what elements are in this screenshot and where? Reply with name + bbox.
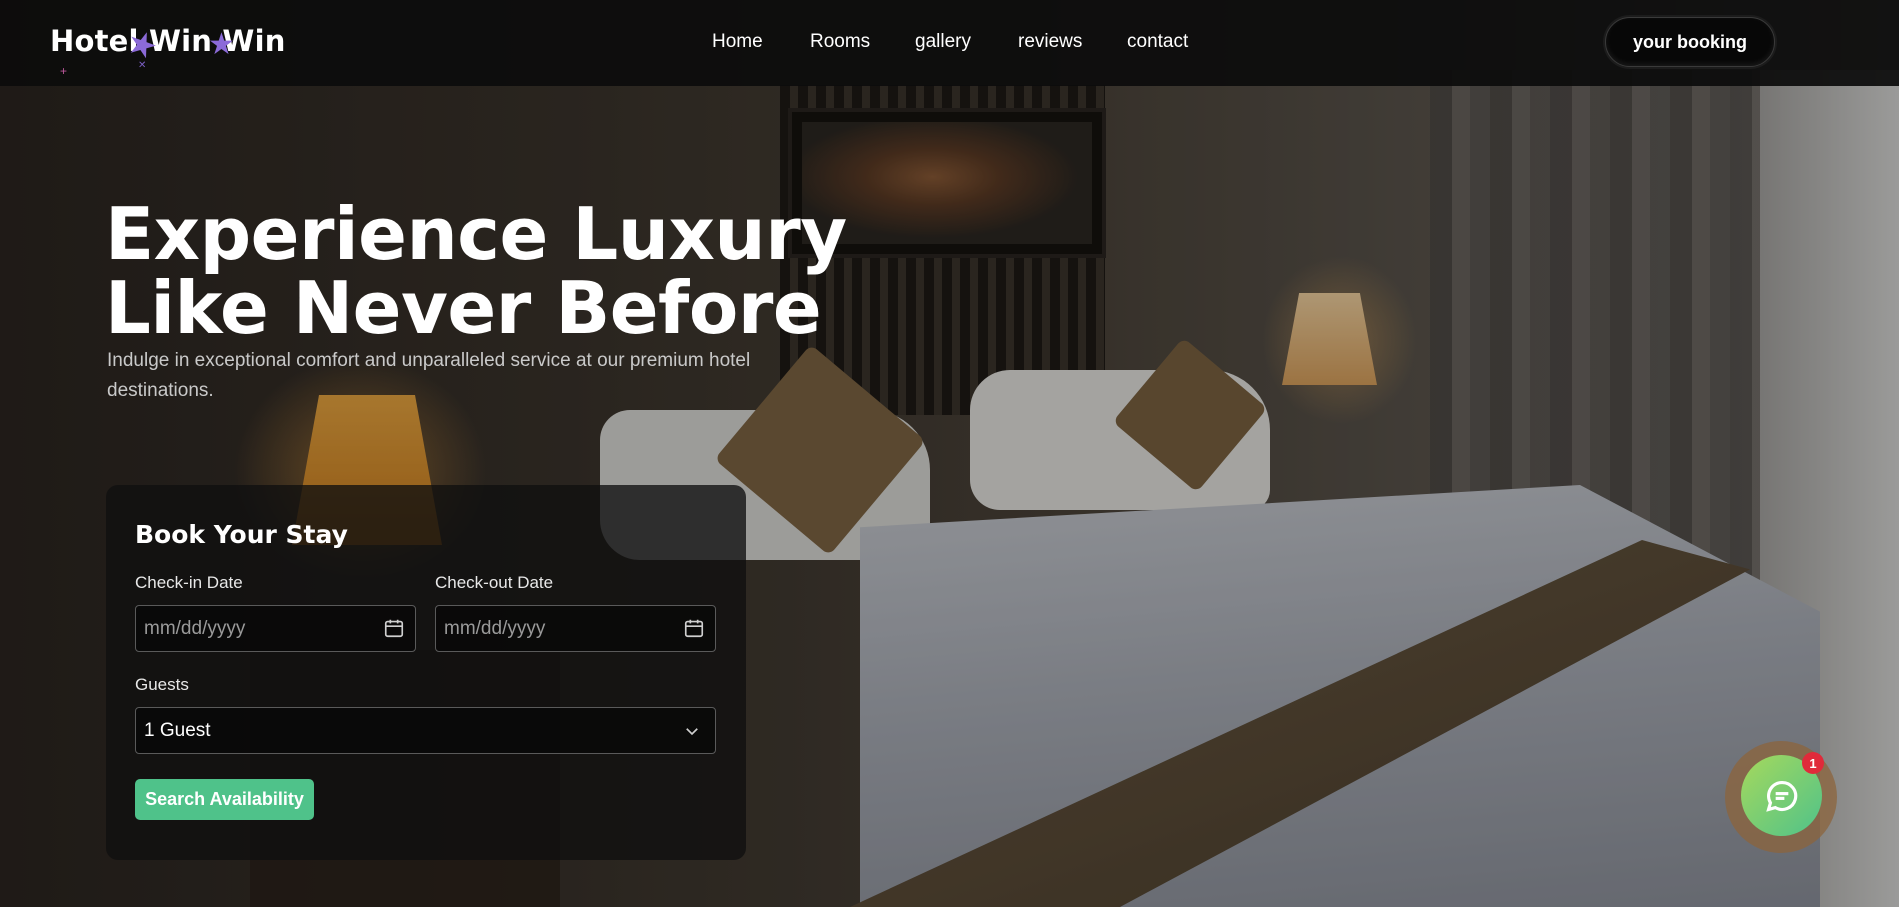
nav-home[interactable]: Home: [712, 31, 763, 53]
calendar-icon[interactable]: [683, 617, 705, 639]
guests-value: 1 Guest: [144, 719, 211, 741]
sparkle-icon: +: [60, 64, 68, 78]
guests-label: Guests: [135, 675, 189, 694]
hero-title-line-2: Like Never Before: [105, 266, 822, 350]
booking-form: Book Your Stay Check-in Date mm/dd/yyyy …: [106, 485, 746, 860]
hero-subtitle: Indulge in exceptional comfort and unpar…: [107, 350, 751, 401]
hero-title: Experience Luxury Like Never Before: [105, 197, 865, 345]
your-booking-button[interactable]: your booking: [1605, 17, 1775, 67]
checkin-label: Check-in Date: [135, 573, 243, 592]
calendar-icon[interactable]: [383, 617, 405, 639]
nav-gallery[interactable]: gallery: [915, 31, 971, 53]
hero-title-line-1: Experience Luxury: [105, 192, 847, 276]
guests-select[interactable]: 1 Guest: [135, 707, 716, 754]
checkin-date-input[interactable]: mm/dd/yyyy: [135, 605, 416, 652]
nav-rooms[interactable]: Rooms: [810, 31, 870, 53]
star-icon: ★: [208, 28, 235, 61]
sparkle-icon: ✕: [138, 60, 147, 71]
booking-form-title: Book Your Stay: [135, 520, 348, 549]
chevron-down-icon: [686, 728, 698, 736]
nav-contact[interactable]: contact: [1127, 31, 1188, 53]
navbar: Hotel Win Win ★ ★ + ✕ Home Rooms gallery…: [0, 0, 1899, 86]
search-availability-button[interactable]: Search Availability: [135, 779, 314, 820]
nav-reviews[interactable]: reviews: [1018, 31, 1082, 53]
checkout-label: Check-out Date: [435, 573, 554, 592]
logo[interactable]: Hotel Win Win: [50, 24, 286, 58]
checkout-placeholder: mm/dd/yyyy: [444, 617, 546, 639]
checkout-date-input[interactable]: mm/dd/yyyy: [435, 605, 716, 652]
chat-icon: [1765, 780, 1797, 812]
notification-badge: 1: [1802, 752, 1824, 774]
checkin-placeholder: mm/dd/yyyy: [144, 617, 246, 639]
